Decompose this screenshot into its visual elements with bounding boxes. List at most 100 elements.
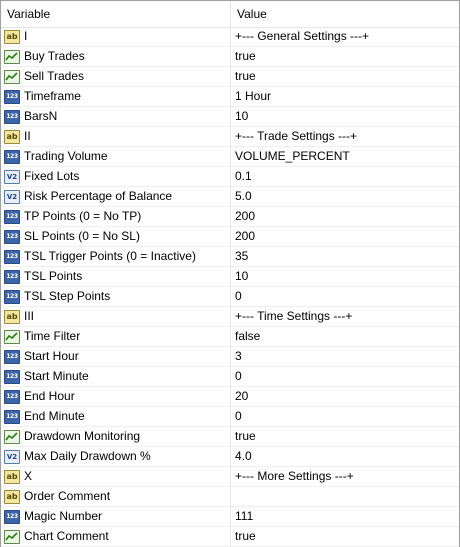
table-row[interactable]: 123 TSL Step Points 0 [1,287,459,307]
string-icon: ab [4,309,20,324]
table-row[interactable]: V2 Risk Percentage of Balance 5.0 [1,187,459,207]
column-header-value[interactable]: Value [231,1,459,27]
value-cell[interactable]: +--- Time Settings ---+ [231,307,459,326]
table-row[interactable]: 123 Magic Number 111 [1,507,459,527]
value-cell[interactable]: 1 Hour [231,87,459,106]
value-cell[interactable]: 200 [231,227,459,246]
table-row[interactable]: Drawdown Monitoring true [1,427,459,447]
table-row[interactable]: ab Order Comment [1,487,459,507]
value-cell[interactable]: VOLUME_PERCENT [231,147,459,166]
int-icon: 123 [4,249,20,264]
variable-cell[interactable]: 123 BarsN [1,107,231,126]
table-row[interactable]: ab II +--- Trade Settings ---+ [1,127,459,147]
value-cell[interactable]: 4.0 [231,447,459,466]
variable-cell[interactable]: 123 End Minute [1,407,231,426]
int-icon: 123 [4,289,20,304]
table-row[interactable]: ab X +--- More Settings ---+ [1,467,459,487]
value-cell[interactable]: 10 [231,267,459,286]
variable-name: Risk Percentage of Balance [24,189,173,203]
variable-name: TP Points (0 = No TP) [24,209,142,223]
string-icon: ab [4,129,20,144]
variable-cell[interactable]: Buy Trades [1,47,231,66]
bool-icon [4,69,20,84]
variable-cell[interactable]: 123 End Hour [1,387,231,406]
value-cell[interactable]: +--- Trade Settings ---+ [231,127,459,146]
int-icon: 123 [4,149,20,164]
variable-cell[interactable]: ab X [1,467,231,486]
variable-cell[interactable]: 123 Start Hour [1,347,231,366]
int-icon: 123 [4,369,20,384]
table-row[interactable]: 123 TSL Trigger Points (0 = Inactive) 35 [1,247,459,267]
variable-cell[interactable]: 123 TSL Points [1,267,231,286]
variable-cell[interactable]: 123 Timeframe [1,87,231,106]
table-row[interactable]: 123 Timeframe 1 Hour [1,87,459,107]
table-row[interactable]: Buy Trades true [1,47,459,67]
value-cell[interactable]: false [231,327,459,346]
value-cell[interactable]: true [231,67,459,86]
value-cell[interactable]: 0 [231,287,459,306]
table-row[interactable]: V2 Fixed Lots 0.1 [1,167,459,187]
value-cell[interactable]: 0.1 [231,167,459,186]
variable-cell[interactable]: 123 Trading Volume [1,147,231,166]
variable-name: Start Hour [24,349,79,363]
value-cell[interactable]: 111 [231,507,459,526]
variable-cell[interactable]: 123 SL Points (0 = No SL) [1,227,231,246]
int-icon: 123 [4,269,20,284]
table-row[interactable]: Chart Comment true [1,527,459,547]
variable-cell[interactable]: 123 Start Minute [1,367,231,386]
variable-cell[interactable]: Drawdown Monitoring [1,427,231,446]
variable-cell[interactable]: V2 Risk Percentage of Balance [1,187,231,206]
table-row[interactable]: V2 Max Daily Drawdown % 4.0 [1,447,459,467]
bool-icon [4,49,20,64]
column-header-variable[interactable]: Variable [1,1,231,27]
value-cell[interactable]: true [231,427,459,446]
table-row[interactable]: Sell Trades true [1,67,459,87]
value-cell[interactable]: +--- General Settings ---+ [231,27,459,46]
value-cell[interactable]: 200 [231,207,459,226]
variable-cell[interactable]: ab Order Comment [1,487,231,506]
table-row[interactable]: 123 End Hour 20 [1,387,459,407]
variable-cell[interactable]: V2 Fixed Lots [1,167,231,186]
value-cell[interactable]: true [231,47,459,66]
value-cell[interactable]: 0 [231,407,459,426]
variable-cell[interactable]: ab I [1,27,231,46]
value-cell[interactable]: 10 [231,107,459,126]
value-cell[interactable] [231,487,459,506]
table-row[interactable]: 123 TP Points (0 = No TP) 200 [1,207,459,227]
variable-cell[interactable]: Sell Trades [1,67,231,86]
table-row[interactable]: ab III +--- Time Settings ---+ [1,307,459,327]
variable-cell[interactable]: Chart Comment [1,527,231,546]
table-row[interactable]: 123 SL Points (0 = No SL) 200 [1,227,459,247]
variable-cell[interactable]: ab II [1,127,231,146]
value-cell[interactable]: 20 [231,387,459,406]
table-row[interactable]: 123 Start Hour 3 [1,347,459,367]
table-row[interactable]: ab I +--- General Settings ---+ [1,27,459,47]
variable-name: Max Daily Drawdown % [24,449,151,463]
value-cell[interactable]: 3 [231,347,459,366]
variable-name: III [24,309,35,323]
variable-cell[interactable]: 123 TSL Step Points [1,287,231,306]
variable-cell[interactable]: 123 Magic Number [1,507,231,526]
table-row[interactable]: Time Filter false [1,327,459,347]
value-cell[interactable]: 5.0 [231,187,459,206]
int-icon: 123 [4,509,20,524]
value-cell[interactable]: 35 [231,247,459,266]
variable-name: TSL Points [24,269,83,283]
variable-cell[interactable]: V2 Max Daily Drawdown % [1,447,231,466]
value-cell[interactable]: 0 [231,367,459,386]
table-row[interactable]: 123 TSL Points 10 [1,267,459,287]
table-row[interactable]: 123 Trading Volume VOLUME_PERCENT [1,147,459,167]
value-cell[interactable]: +--- More Settings ---+ [231,467,459,486]
table-row[interactable]: 123 End Minute 0 [1,407,459,427]
variable-cell[interactable]: Time Filter [1,327,231,346]
variable-name: BarsN [24,109,58,123]
variable-name: Trading Volume [24,149,108,163]
variable-cell[interactable]: 123 TSL Trigger Points (0 = Inactive) [1,247,231,266]
variable-name: Time Filter [24,329,81,343]
table-row[interactable]: 123 Start Minute 0 [1,367,459,387]
variable-cell[interactable]: 123 TP Points (0 = No TP) [1,207,231,226]
value-cell[interactable]: true [231,527,459,546]
variable-cell[interactable]: ab III [1,307,231,326]
int-icon: 123 [4,229,20,244]
table-row[interactable]: 123 BarsN 10 [1,107,459,127]
